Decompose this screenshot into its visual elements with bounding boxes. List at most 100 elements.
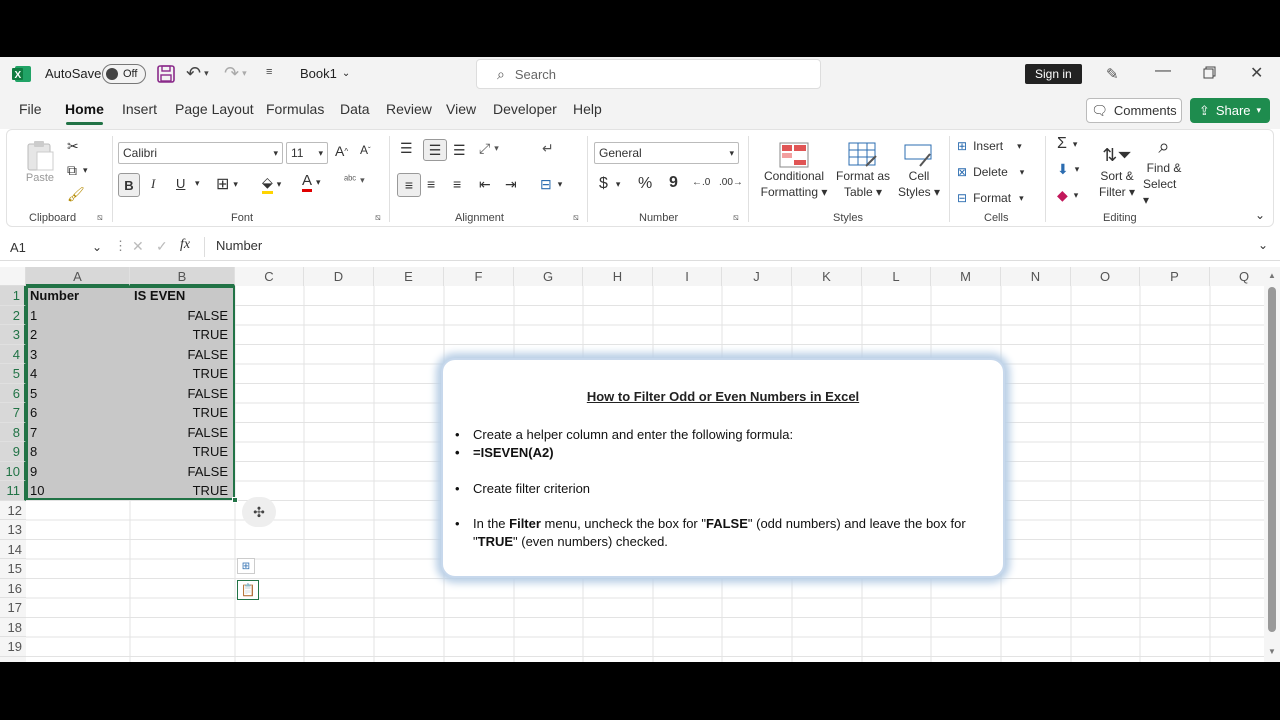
align-center-icon[interactable]: ≡	[427, 176, 435, 192]
row-header-10[interactable]: 10	[0, 461, 26, 481]
tab-developer[interactable]: Developer	[493, 101, 557, 117]
cell-a1[interactable]: Number	[27, 286, 131, 306]
column-header-i[interactable]: I	[653, 267, 722, 286]
cell-b2[interactable]: FALSE	[131, 306, 231, 326]
cell-b8[interactable]: FALSE	[131, 423, 231, 443]
column-header-g[interactable]: G	[514, 267, 583, 286]
workbook-name[interactable]: Book1 ⌄	[300, 66, 350, 81]
insert-function-icon[interactable]: fx	[180, 237, 190, 253]
fill-handle[interactable]	[232, 497, 238, 503]
minimize-icon[interactable]: —	[1155, 62, 1171, 80]
vertical-scrollbar[interactable]: ▲ ▼	[1264, 267, 1280, 662]
cell-b11[interactable]: TRUE	[131, 481, 231, 501]
orientation-icon[interactable]: ⤢ ▾	[479, 140, 499, 157]
name-box[interactable]: A1 ⌄	[6, 236, 106, 258]
borders-icon[interactable]: ⊞ ▾	[216, 174, 238, 194]
find-select-button[interactable]: ⌕ Find & Select ▾	[1143, 136, 1185, 207]
cell-b5[interactable]: TRUE	[131, 364, 231, 384]
row-header-6[interactable]: 6	[0, 383, 26, 403]
wrap-text-icon[interactable]: ↵	[542, 140, 554, 157]
select-all-corner[interactable]	[0, 267, 26, 286]
row-header-1[interactable]: 1	[0, 286, 26, 306]
row-header-19[interactable]: 19	[0, 637, 26, 657]
search-box[interactable]: ⌕ Search	[476, 59, 821, 89]
merge-center-icon[interactable]: ⊟ ▾	[540, 176, 562, 193]
dialog-launcher-icon[interactable]: ⧅	[733, 212, 739, 223]
phonetic-icon[interactable]: ᵃᵇᶜ ▾	[344, 174, 365, 186]
row-header-20[interactable]: 20	[0, 656, 26, 662]
autosum-icon[interactable]: Σ ▾	[1057, 135, 1077, 153]
save-icon[interactable]	[157, 65, 175, 83]
column-header-b[interactable]: B	[130, 267, 235, 286]
row-header-9[interactable]: 9	[0, 442, 26, 462]
row-header-14[interactable]: 14	[0, 539, 26, 559]
paste-options-icon[interactable]: 📋	[237, 580, 259, 600]
row-header-2[interactable]: 2	[0, 305, 26, 325]
quick-analysis-icon[interactable]: ⊞	[237, 558, 255, 574]
dialog-launcher-icon[interactable]: ⧅	[97, 212, 103, 223]
tab-data[interactable]: Data	[340, 101, 370, 117]
cell-a2[interactable]: 1	[27, 306, 131, 326]
font-size-select[interactable]: 11 ▾	[286, 142, 328, 164]
cell-b1[interactable]: IS EVEN	[131, 286, 235, 306]
column-header-c[interactable]: C	[235, 267, 304, 286]
row-header-13[interactable]: 13	[0, 520, 26, 540]
tab-formulas[interactable]: Formulas	[266, 101, 324, 117]
row-header-17[interactable]: 17	[0, 598, 26, 618]
decrease-font-icon[interactable]: Aˇ	[360, 143, 371, 157]
chevron-down-icon[interactable]: ▾	[195, 178, 200, 189]
cell-a3[interactable]: 2	[27, 325, 131, 345]
cell-b6[interactable]: FALSE	[131, 384, 231, 404]
customize-qat-icon[interactable]: ≡	[266, 66, 272, 78]
column-header-m[interactable]: M	[931, 267, 1001, 286]
expand-formula-icon[interactable]: ⌄	[1258, 238, 1268, 252]
column-header-h[interactable]: H	[583, 267, 653, 286]
paste-button[interactable]: Paste	[23, 136, 57, 188]
decrease-indent-icon[interactable]: ⇤	[479, 176, 491, 193]
cut-icon[interactable]: ✂	[67, 138, 79, 155]
cell-a9[interactable]: 8	[27, 442, 131, 462]
format-cells-button[interactable]: ⊟ Format ▾	[957, 187, 1024, 209]
scroll-up-icon[interactable]: ▲	[1268, 271, 1276, 280]
font-color-icon[interactable]: A ▾	[302, 173, 321, 192]
cell-b3[interactable]: TRUE	[131, 325, 231, 345]
column-header-l[interactable]: L	[862, 267, 931, 286]
column-header-d[interactable]: D	[304, 267, 374, 286]
close-icon[interactable]: ✕	[1250, 63, 1263, 83]
undo-icon[interactable]: ↶ ▾	[186, 63, 209, 84]
conditional-formatting-button[interactable]: Conditional Formatting ▾	[755, 136, 833, 206]
align-left-icon[interactable]: ≡	[397, 173, 421, 197]
scroll-down-icon[interactable]: ▼	[1268, 647, 1276, 656]
scrollbar-thumb[interactable]	[1268, 287, 1276, 632]
column-header-e[interactable]: E	[374, 267, 444, 286]
cell-a10[interactable]: 9	[27, 462, 131, 482]
column-header-a[interactable]: A	[26, 267, 130, 286]
tab-home[interactable]: Home	[65, 101, 104, 117]
restore-icon[interactable]	[1203, 66, 1216, 79]
redo-icon[interactable]: ↷ ▾	[224, 63, 247, 84]
italic-button[interactable]: I	[151, 176, 155, 192]
tab-view[interactable]: View	[446, 101, 476, 117]
delete-cells-button[interactable]: ⊠ Delete ▾	[957, 161, 1024, 183]
currency-button[interactable]: $ ▾	[599, 175, 620, 193]
row-header-3[interactable]: 3	[0, 325, 26, 345]
underline-button[interactable]: U	[176, 176, 185, 191]
align-top-icon[interactable]: ☰	[400, 140, 413, 157]
row-header-16[interactable]: 16	[0, 578, 26, 598]
cell-b9[interactable]: TRUE	[131, 442, 231, 462]
formula-content[interactable]: Number	[216, 238, 262, 253]
column-header-p[interactable]: P	[1140, 267, 1210, 286]
increase-indent-icon[interactable]: ⇥	[505, 176, 517, 193]
column-header-o[interactable]: O	[1071, 267, 1140, 286]
column-header-f[interactable]: F	[444, 267, 514, 286]
row-header-12[interactable]: 12	[0, 500, 26, 520]
row-header-18[interactable]: 18	[0, 617, 26, 637]
tab-review[interactable]: Review	[386, 101, 432, 117]
share-button[interactable]: ⇪ Share ▾	[1190, 98, 1270, 123]
increase-font-icon[interactable]: A ^	[335, 143, 348, 159]
bold-button[interactable]: B	[118, 173, 140, 197]
dialog-launcher-icon[interactable]: ⧅	[573, 212, 579, 223]
format-painter-icon[interactable]: 🖌	[67, 186, 85, 203]
dialog-launcher-icon[interactable]: ⧅	[375, 212, 381, 223]
fill-icon[interactable]: ⬇ ▾	[1057, 161, 1079, 178]
